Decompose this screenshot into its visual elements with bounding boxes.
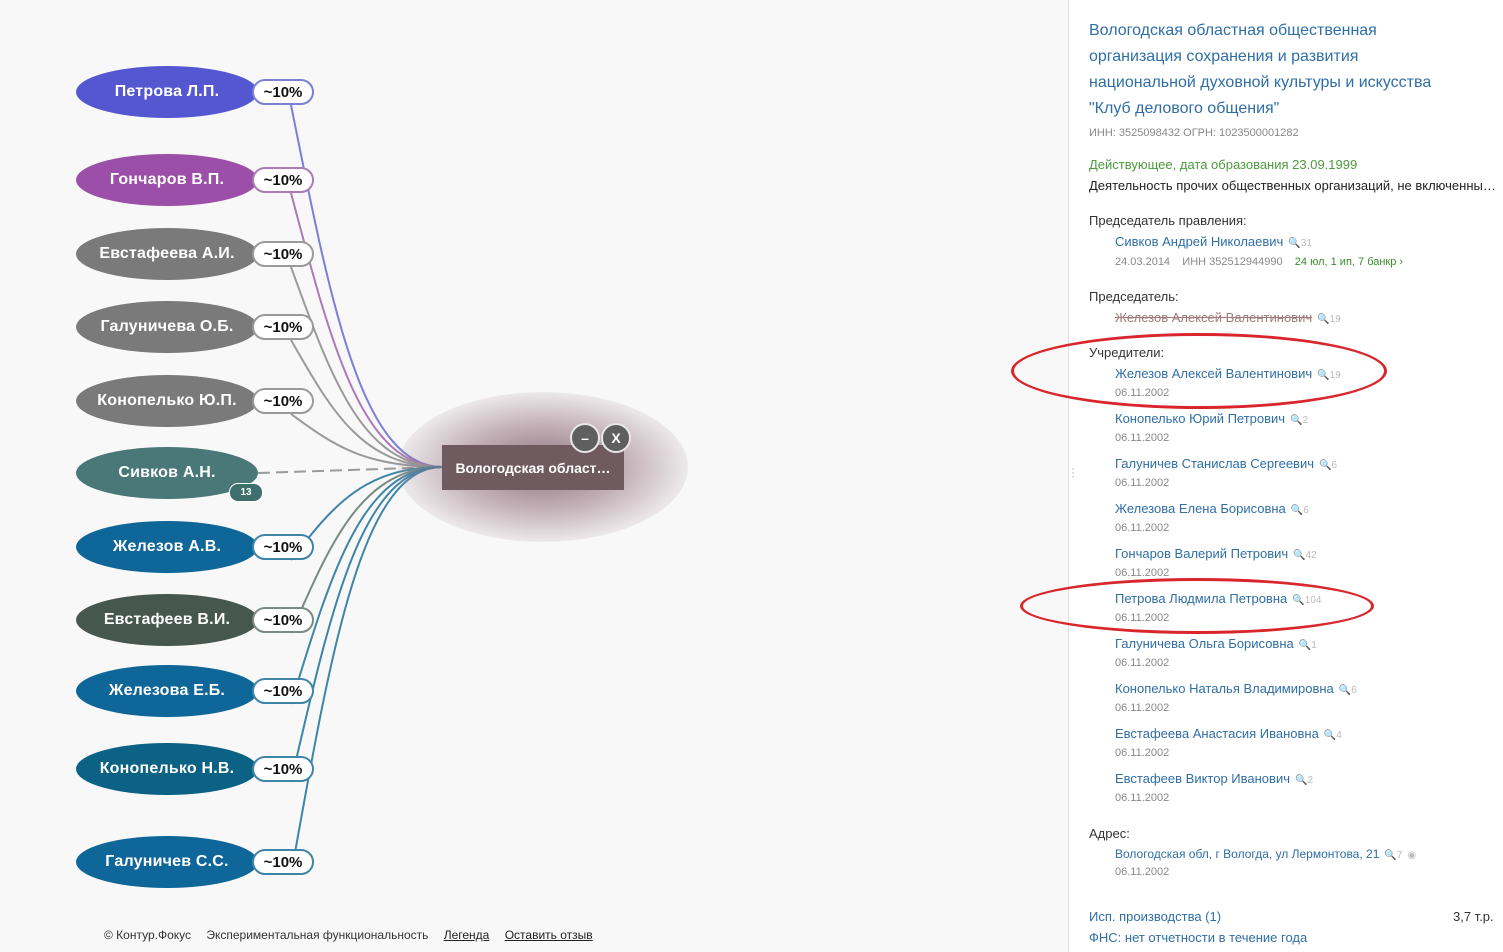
chair-name-text: Железов Алексей Валентинович <box>1115 310 1313 325</box>
experimental-label: Экспериментальная функциональность <box>206 928 429 942</box>
enforcement-amount: 3,7 т.р. <box>1453 909 1494 924</box>
person-node[interactable]: Конопелько Н.В. <box>76 743 258 795</box>
address-text: Вологодская обл, г Вологда, ул Лермонтов… <box>1115 847 1380 861</box>
share-badge: ~10% <box>252 79 314 105</box>
graph-canvas[interactable]: Петрова Л.П. ~10% Гончаров В.П. ~10% Евстафе… <box>0 0 1068 952</box>
share-badge: ~10% <box>252 167 314 193</box>
copyright: © Контур.Фокус <box>104 928 192 942</box>
search-icon: 🔍7 <box>1384 850 1403 861</box>
org-ids: ИНН: 3525098432 ОГРН: 1023500001282 <box>1089 127 1299 139</box>
share-badge: ~10% <box>252 314 314 340</box>
fns-link[interactable]: ФНС: нет отчетности в течение года <box>1089 930 1307 945</box>
person-node[interactable]: Железов А.В. <box>76 521 258 573</box>
founder-name[interactable]: Евстафеев Виктор Иванович 🔍2 <box>1115 771 1313 786</box>
search-icon: 🔍2 <box>1290 415 1309 426</box>
founder-name[interactable]: Галуничева Ольга Борисовна 🔍1 <box>1115 636 1317 651</box>
close-button[interactable]: X <box>601 423 631 453</box>
person-node[interactable]: Конопелько Ю.П. <box>76 375 258 427</box>
founder-date: 06.11.2002 <box>1115 432 1170 444</box>
connections-count-badge[interactable]: 13 <box>229 483 263 502</box>
founder-name[interactable]: Галуничев Станислав Сергеевич 🔍6 <box>1115 456 1337 471</box>
annotation-circle <box>1011 333 1387 409</box>
share-badge: ~10% <box>252 678 314 704</box>
founder-date: 06.11.2002 <box>1115 567 1170 579</box>
board-chair-name-text: Сивков Андрей Николаевич <box>1115 234 1284 249</box>
share-badge: ~10% <box>252 388 314 414</box>
enforcement-link[interactable]: Исп. производства (1) <box>1089 909 1221 924</box>
collapse-button[interactable]: – <box>570 423 600 453</box>
founder-date: 06.11.2002 <box>1115 792 1170 804</box>
address-heading: Адрес: <box>1089 826 1130 841</box>
graph-edge <box>290 466 443 783</box>
legend-link[interactable]: Легенда <box>444 928 490 942</box>
annotation-circle <box>1020 578 1374 634</box>
graph-edge <box>290 104 443 468</box>
founder-date: 06.11.2002 <box>1115 702 1170 714</box>
search-icon: 🔍19 <box>1317 314 1341 325</box>
address-date: 06.11.2002 <box>1115 866 1170 878</box>
founder-name-text: Галуничев Станислав Сергеевич <box>1115 456 1314 471</box>
feedback-link[interactable]: Оставить отзыв <box>505 928 593 942</box>
founder-name[interactable]: Конопелько Наталья Владимировна 🔍6 <box>1115 681 1357 696</box>
address-link[interactable]: Вологодская обл, г Вологда, ул Лермонтов… <box>1115 847 1416 861</box>
org-title[interactable]: Вологодская областная общественная орган… <box>1089 18 1469 122</box>
share-badge: ~10% <box>252 534 314 560</box>
founder-name[interactable]: Гончаров Валерий Петрович 🔍42 <box>1115 546 1317 561</box>
details-panel <box>1068 0 1503 952</box>
founder-name[interactable]: Евстафеева Анастасия Ивановна 🔍4 <box>1115 726 1342 741</box>
search-icon: 🔍4 <box>1323 730 1342 741</box>
person-node[interactable]: Петрова Л.П. <box>76 66 258 118</box>
founder-name-text: Конопелько Наталья Владимировна <box>1115 681 1334 696</box>
person-node[interactable]: Евстафеев В.И. <box>76 594 258 646</box>
org-status: Действующее, дата образования 23.09.1999 <box>1089 157 1358 172</box>
founder-name[interactable]: Железова Елена Борисовна 🔍6 <box>1115 501 1309 516</box>
founder-name-text: Гончаров Валерий Петрович <box>1115 546 1289 561</box>
founder-name-text: Галуничева Ольга Борисовна <box>1115 636 1294 651</box>
person-node[interactable]: Галуничев С.С. <box>76 836 258 888</box>
search-icon: 🔍6 <box>1338 685 1357 696</box>
chevron-right-icon: › <box>1399 256 1404 268</box>
map-pin-icon[interactable]: ◉ <box>1407 850 1416 861</box>
share-badge: ~10% <box>252 607 314 633</box>
founder-name-text: Конопелько Юрий Петрович <box>1115 411 1286 426</box>
founder-name-text: Железова Елена Борисовна <box>1115 501 1286 516</box>
search-icon: 🔍6 <box>1319 460 1338 471</box>
chair-heading: Председатель: <box>1089 289 1179 304</box>
founder-date: 06.11.2002 <box>1115 747 1170 759</box>
founder-date: 06.11.2002 <box>1115 522 1170 534</box>
founder-date: 06.11.2002 <box>1115 657 1170 669</box>
share-badge: ~10% <box>252 756 314 782</box>
founder-name-text: Евстафеева Анастасия Ивановна <box>1115 726 1319 741</box>
footer: © Контур.Фокус Экспериментальная функцио… <box>104 928 605 942</box>
board-chair-heading: Председатель правления: <box>1089 213 1247 228</box>
founder-name[interactable]: Конопелько Юрий Петрович 🔍2 <box>1115 411 1308 426</box>
person-node[interactable]: Гончаров В.П. <box>76 154 258 206</box>
chair-name[interactable]: Железов Алексей Валентинович 🔍19 <box>1115 310 1341 325</box>
center-org-node[interactable]: Вологодская област… <box>442 445 624 490</box>
founder-date: 06.11.2002 <box>1115 477 1170 489</box>
board-chair-name[interactable]: Сивков Андрей Николаевич 🔍31 <box>1115 234 1312 249</box>
search-icon: 🔍31 <box>1288 238 1312 249</box>
search-icon: 🔍6 <box>1290 505 1309 516</box>
search-icon: 🔍42 <box>1293 550 1317 561</box>
search-icon: 🔍2 <box>1294 775 1313 786</box>
search-icon: 🔍1 <box>1298 640 1317 651</box>
person-node[interactable]: Галуничева О.Б. <box>76 301 258 353</box>
board-chair-details: 24.03.2014 ИНН 352512944990 24 юл, 1 ип,… <box>1115 256 1404 268</box>
panel-resize-handle[interactable]: · · · <box>1071 462 1075 482</box>
person-node[interactable]: Евстафеева А.И. <box>76 228 258 280</box>
board-chair-links[interactable]: 24 юл, 1 ип, 7 банкр › <box>1295 256 1403 268</box>
share-badge: ~10% <box>252 241 314 267</box>
share-badge: ~10% <box>252 849 314 875</box>
org-activity: Деятельность прочих общественных организ… <box>1089 178 1499 193</box>
founder-name-text: Евстафеев Виктор Иванович <box>1115 771 1290 786</box>
person-node[interactable]: Железова Е.Б. <box>76 665 258 717</box>
